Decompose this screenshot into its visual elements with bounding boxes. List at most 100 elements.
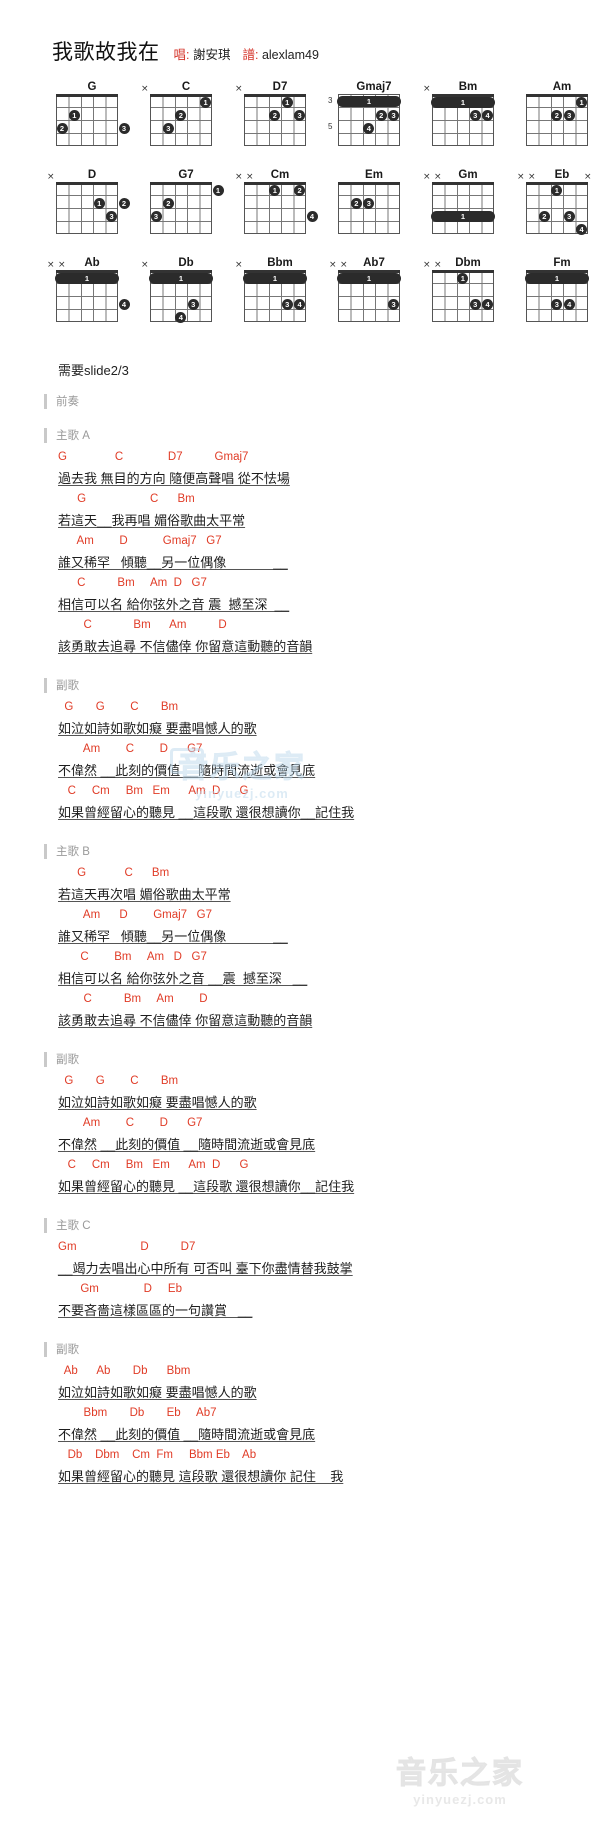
chord-line: C Bm Am D G7 [58, 951, 207, 963]
chord-row: Ab × × 1 4 Db × 1 3 4 Bbm × 1 3 4 Ab7 × × 1 3 Dbm × × 1 3 4 Fm 1 3 4 [40, 256, 612, 332]
lyric-line: 如果曾經留心的聽見 __這段歌 還很想讀你__記住我 [58, 805, 355, 820]
finger-dot: 2 [538, 211, 550, 222]
muted-string-marker: × [141, 260, 149, 270]
fretboard: × × 1 3 [329, 261, 416, 332]
chord-diagram: Dbm × × 1 3 4 [416, 256, 510, 332]
song-section: 前奏 [0, 393, 612, 409]
chord-name: Bbm [267, 257, 293, 269]
section-tag: 副歌 [0, 677, 612, 693]
chord-line: G C Bm [58, 867, 170, 879]
lyric-line: 相信可以名 給你弦外之音 震 撼至深 __ [58, 597, 290, 612]
finger-dot: 2 [375, 110, 387, 121]
chord-name: D7 [272, 81, 288, 93]
section-tag-bar [44, 393, 47, 409]
barre-marker: 1 [431, 97, 495, 108]
tab-label: 譜: [242, 48, 259, 62]
chord-line: C Bm Am D [58, 619, 227, 631]
chord-diagram: Bbm × 1 3 4 [228, 256, 322, 332]
finger-dot: 1 [68, 110, 80, 121]
lyric-line: 該勇敢去追尋 不信儘倖 你留意這動聽的音韻 [58, 1013, 313, 1028]
chord-line: Bbm Db Eb Ab7 [58, 1407, 217, 1419]
chord-line: Am C D G7 [58, 1117, 203, 1129]
chord-diagram-grid: G 1 2 3 C × 1 2 3 D7 × 1 2 3 Gmaj7 3 5 1 2 3 4 Bm × 1 3 4 Am 1 2 3 D × 1… [0, 66, 612, 332]
lyric-line: 如果曾經留心的聽見 這段歌 還很想讀你 記住 我 [58, 1469, 344, 1484]
chord-diagram: Bm × 1 3 4 [416, 80, 510, 156]
muted-string-marker: × [47, 260, 55, 270]
section-tag-label: 主歌 A [56, 430, 90, 442]
nut [338, 182, 400, 185]
chord-diagram: Fm 1 3 4 [510, 256, 604, 332]
performance-note: 需要slide2/3 [58, 363, 129, 378]
chord-diagram: G7 1 2 3 [134, 168, 228, 244]
chord-line: G G C Bm [58, 1075, 179, 1087]
finger-dot: 4 [563, 299, 575, 310]
chord-diagram: Eb × × × 1 2 3 4 [510, 168, 604, 244]
fret-grid [56, 182, 118, 234]
section-lines: Ab Ab Db Bbm 如泣如詩如歌如癡 要盡唱憾人的歌 Bbm Db Eb A… [0, 1363, 612, 1489]
finger-dot: 3 [162, 123, 174, 134]
lyric-line: 不偉然 __此刻的價值 __隨時間流逝或會見底 [58, 763, 316, 778]
nut [244, 94, 306, 97]
section-tag: 主歌 C [0, 1217, 612, 1233]
chord-row: G 1 2 3 C × 1 2 3 D7 × 1 2 3 Gmaj7 3 5 1 2 3 4 Bm × 1 3 4 Am 1 2 3 [40, 80, 612, 156]
chord-diagram: Ab7 × × 1 3 [322, 256, 416, 332]
lyric-line: 相信可以名 給你弦外之音 __震 撼至深 __ [58, 971, 308, 986]
tab-author: alexlam49 [261, 48, 319, 62]
lyric-line: 若這天__我再唱 媚俗歌曲太平常 [58, 513, 246, 528]
chord-name: Am [552, 81, 572, 93]
chord-line: Db Dbm Cm Fm Bbm Eb Ab [58, 1449, 257, 1461]
section-tag: 前奏 [0, 393, 612, 409]
finger-dot: 3 [150, 211, 162, 222]
chord-line: Am D Gmaj7 G7 [58, 909, 213, 921]
chord-name: Bm [458, 81, 478, 93]
section-tag: 副歌 [0, 1341, 612, 1357]
chord-diagram: C × 1 2 3 [134, 80, 228, 156]
fret-grid [150, 182, 212, 234]
watermark-domain: yinyuezj.com [413, 1792, 507, 1807]
fretboard: × 1 2 3 [235, 85, 322, 156]
lyric-line: 該勇敢去追尋 不信儘倖 你留意這動聽的音韻 [58, 639, 313, 654]
finger-dot: 3 [563, 211, 575, 222]
section-tag-label: 前奏 [56, 396, 79, 408]
tab-credit: 譜: alexlam49 [242, 44, 318, 63]
muted-string-marker: × [528, 172, 536, 182]
section-lines: G G C Bm 如泣如詩如歌如癡 要盡唱憾人的歌 Am C D G7 不偉然 __… [0, 699, 612, 825]
lyric-line: 過去我 無目的方向 隨便高聲唱 從不怯場 [58, 471, 290, 486]
song-section: 副歌 G G C Bm 如泣如詩如歌如癡 要盡唱憾人的歌 Am C D G7 不偉然… [0, 677, 612, 825]
fretboard: × × 1 [423, 173, 510, 244]
section-tag: 副歌 [0, 1051, 612, 1067]
lyric-line: 誰又稀罕 傾聽__另一位偶像 __ [58, 555, 288, 570]
muted-string-marker: × [434, 172, 442, 182]
muted-string-marker: × [517, 172, 525, 182]
chord-line: Gm D D7 [58, 1241, 196, 1253]
chord-line: Gm D Eb [58, 1283, 182, 1295]
song-section: 副歌 G G C Bm 如泣如詩如歌如癡 要盡唱憾人的歌 Am C D G7 不偉然… [0, 1051, 612, 1199]
nut [56, 182, 118, 185]
fretboard: × 1 3 4 [141, 261, 228, 332]
song-section: 主歌 A G C D7 Gmaj7 過去我 無目的方向 隨便高聲唱 從不怯場 G C… [0, 427, 612, 659]
section-lines: G C Bm 若這天再次唱 媚俗歌曲太平常 Am D Gmaj7 G7 誰又稀罕 傾… [0, 865, 612, 1033]
chord-line: C Bm Am D [58, 993, 208, 1005]
section-tag-label: 主歌 B [56, 846, 90, 858]
muted-string-marker: × [141, 84, 149, 94]
section-tag-bar [44, 1341, 47, 1357]
fretboard: × 1 2 3 [141, 85, 228, 156]
chord-line: Am C D G7 [58, 743, 203, 755]
section-tag-bar [44, 677, 47, 693]
lyric-line: 如果曾經留心的聽見 __這段歌 還很想讀你__記住我 [58, 1179, 355, 1194]
section-tag-bar [44, 1217, 47, 1233]
section-tag-bar [44, 843, 47, 859]
chord-diagram: Gm × × 1 [416, 168, 510, 244]
finger-dot: 3 [187, 299, 199, 310]
fretboard: × × 1 2 4 [235, 173, 322, 244]
chord-diagram: Ab × × 1 4 [40, 256, 134, 332]
song-section: 主歌 B G C Bm 若這天再次唱 媚俗歌曲太平常 Am D Gmaj7 G7 誰… [0, 843, 612, 1033]
chord-line: Am D Gmaj7 G7 [58, 535, 222, 547]
singer-credit: 唱: 謝安琪 [174, 44, 231, 63]
barre-marker: 1 [431, 211, 495, 222]
section-lines: G G C Bm 如泣如詩如歌如癡 要盡唱憾人的歌 Am C D G7 不偉然 __… [0, 1073, 612, 1199]
chord-diagram: Cm × × 1 2 4 [228, 168, 322, 244]
muted-string-marker: × [235, 172, 243, 182]
chord-diagram: Db × 1 3 4 [134, 256, 228, 332]
section-tag-bar [44, 427, 47, 443]
